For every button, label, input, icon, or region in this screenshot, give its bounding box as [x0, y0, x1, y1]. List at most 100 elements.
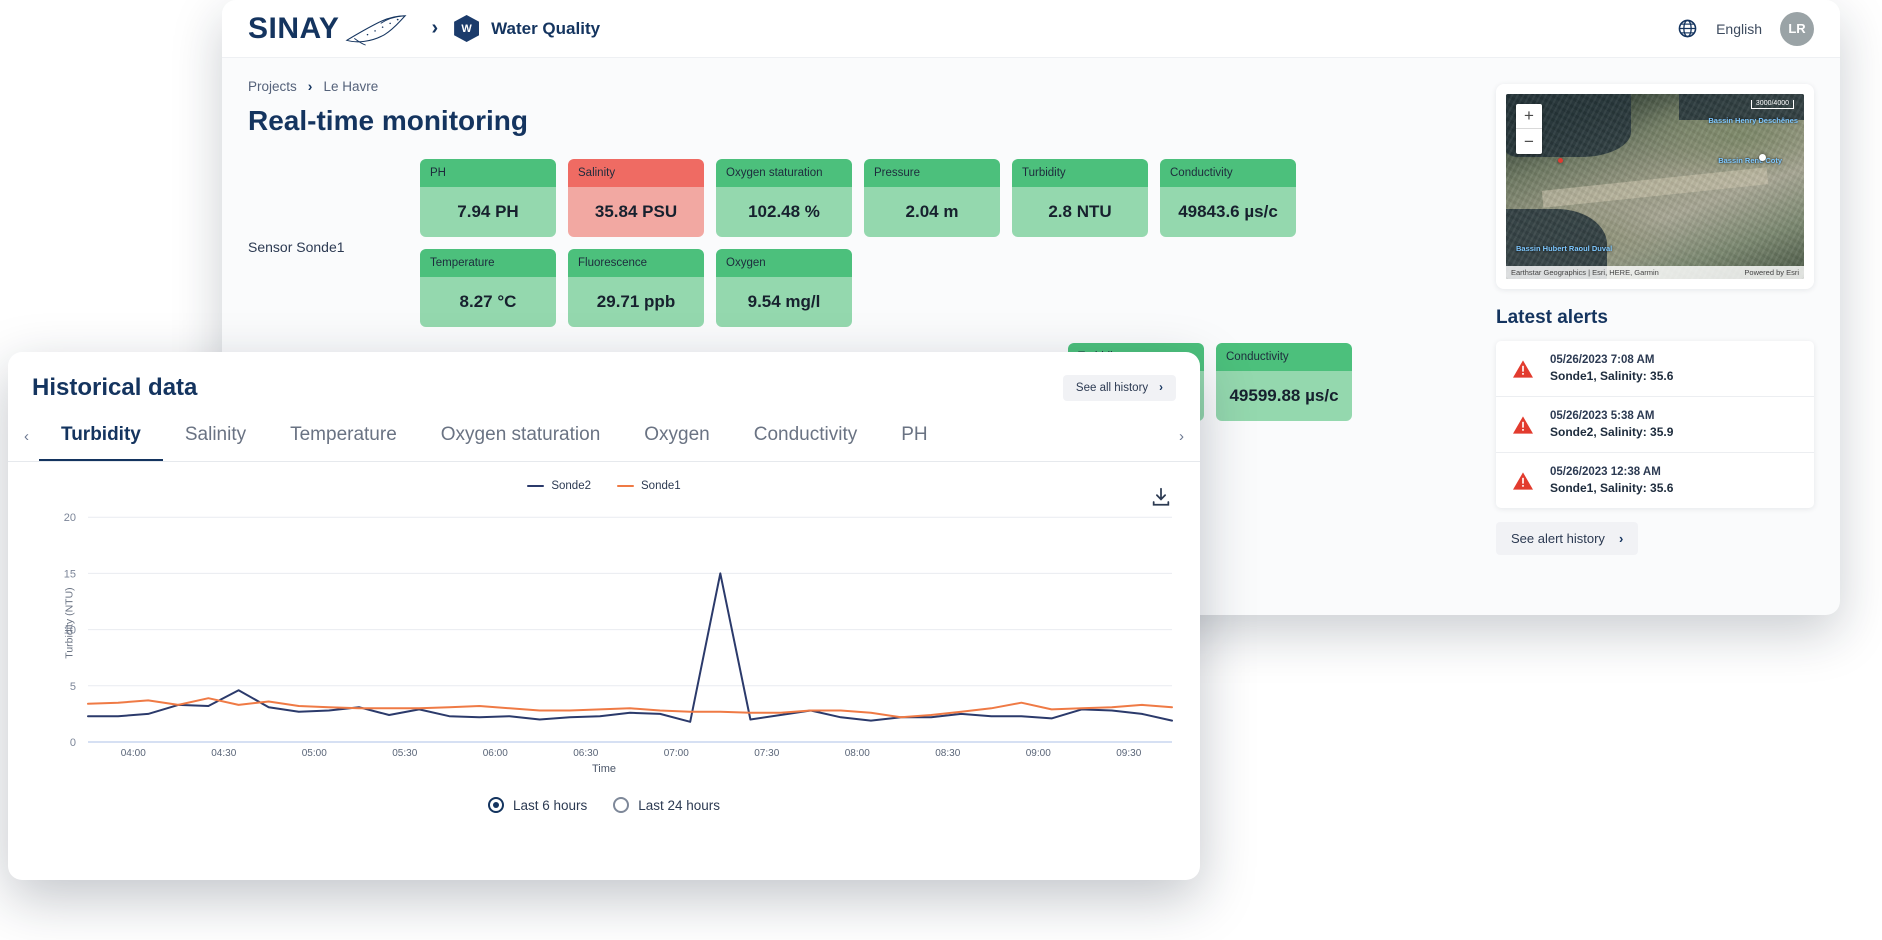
metric-card-oxygen[interactable]: Oxygen 9.54 mg/l	[716, 249, 852, 327]
alert-timestamp: 05/26/2023 7:08 AM	[1550, 354, 1655, 366]
metric-card-pressure[interactable]: Pressure 2.04 m	[864, 159, 1000, 237]
x-tick: 07:30	[754, 748, 780, 759]
alert-description: Sonde1, Salinity: 35.6	[1550, 369, 1674, 383]
metric-card-salinity[interactable]: Salinity 35.84 PSU	[568, 159, 704, 237]
tab-oxygen-staturation[interactable]: Oxygen staturation	[419, 412, 622, 461]
screenshot-root: SINAY › W Water Quality English LR Proje…	[0, 0, 1882, 940]
alert-item[interactable]: 05/26/2023 7:08 AM Sonde1, Salinity: 35.…	[1496, 341, 1814, 397]
sensor-card-row-2: Temperature 8.27 °C Fluorescence 29.71 p…	[420, 249, 1470, 327]
metric-name: Oxygen staturation	[716, 159, 852, 187]
x-tick: 05:00	[301, 748, 327, 759]
sensor-card-row-1: PH 7.94 PH Salinity 35.84 PSU Oxygen sta…	[420, 159, 1470, 237]
app-name: Water Quality	[491, 18, 601, 38]
map-label-bassin-rene-coty: Bassin René Coty	[1718, 156, 1782, 165]
metric-card-conductivity[interactable]: Conductivity 49843.6 µs/c	[1160, 159, 1296, 237]
brand-logo[interactable]: SINAY	[248, 12, 409, 46]
zoom-out-button[interactable]: −	[1516, 129, 1542, 154]
turbidity-line-chart[interactable]: 05101520	[26, 498, 1182, 749]
latest-alerts-title: Latest alerts	[1496, 307, 1608, 328]
alert-item[interactable]: 05/26/2023 12:38 AM Sonde1, Salinity: 35…	[1496, 453, 1814, 508]
map-card: + − 3000/4000 Bassin Henry Deschênes Bas…	[1496, 84, 1814, 289]
metric-card-temperature[interactable]: Temperature 8.27 °C	[420, 249, 556, 327]
tab-salinity[interactable]: Salinity	[163, 412, 268, 461]
x-tick: 06:30	[573, 748, 599, 759]
logo-text: SINAY	[248, 11, 340, 45]
legend-label: Sonde2	[551, 480, 591, 492]
x-tick: 08:30	[935, 748, 961, 759]
header-separator: ›	[431, 17, 439, 39]
map-land-strip	[1541, 167, 1769, 208]
radio-last-6-hours[interactable]: Last 6 hours	[487, 797, 588, 813]
map-marker-alert[interactable]	[1558, 158, 1563, 163]
x-tick: 07:00	[663, 748, 689, 759]
radio-label: Last 24 hours	[638, 797, 721, 813]
chart-y-axis-label: Turbidity (NTU)	[63, 587, 76, 659]
x-tick: 04:00	[120, 748, 146, 759]
map-marker[interactable]	[1759, 154, 1766, 161]
legend-swatch	[617, 484, 634, 488]
see-alert-history-button[interactable]: See alert history ›	[1496, 522, 1639, 555]
svg-text:5: 5	[70, 681, 76, 693]
metric-card-turbidity[interactable]: Turbidity 2.8 NTU	[1012, 159, 1148, 237]
map-attribution: Earthstar Geographics | Esri, HERE, Garm…	[1506, 266, 1804, 279]
metric-name: Turbidity	[1012, 159, 1148, 187]
map-view[interactable]: + − 3000/4000 Bassin Henry Deschênes Bas…	[1506, 94, 1804, 279]
alert-timestamp: 05/26/2023 12:38 AM	[1550, 466, 1661, 478]
svg-text:20: 20	[64, 512, 76, 524]
time-range-radios: Last 6 hours Last 24 hours	[26, 797, 1182, 813]
alert-timestamp: 05/26/2023 5:38 AM	[1550, 410, 1655, 422]
legend-item-sonde1[interactable]: Sonde1	[617, 480, 681, 492]
warning-triangle-icon	[1513, 471, 1533, 490]
metric-value: 2.8 NTU	[1012, 187, 1148, 237]
map-attribution-sources: Earthstar Geographics | Esri, HERE, Garm…	[1511, 268, 1659, 277]
metric-value: 2.04 m	[864, 187, 1000, 237]
see-all-history-button[interactable]: See all history ›	[1062, 375, 1176, 401]
radio-last-24-hours[interactable]: Last 24 hours	[613, 797, 720, 813]
dolphin-icon	[345, 14, 407, 45]
tabs-prev-arrow-icon[interactable]: ‹	[14, 428, 39, 445]
top-bar: SINAY › W Water Quality English LR	[222, 0, 1840, 58]
breadcrumb-current[interactable]: Le Havre	[323, 79, 378, 94]
right-rail: + − 3000/4000 Bassin Henry Deschênes Bas…	[1496, 78, 1814, 555]
tab-ph[interactable]: PH	[879, 412, 949, 461]
metric-name: PH	[420, 159, 556, 187]
see-all-history-label: See all history	[1075, 382, 1149, 394]
top-bar-right: English LR	[1677, 11, 1814, 46]
language-selector[interactable]: English	[1716, 21, 1762, 37]
alert-text: 05/26/2023 12:38 AM Sonde1, Salinity: 35…	[1550, 466, 1673, 495]
avatar[interactable]: LR	[1780, 11, 1814, 46]
breadcrumb-separator-icon: ›	[307, 78, 313, 94]
alerts-list: 05/26/2023 7:08 AM Sonde1, Salinity: 35.…	[1496, 341, 1814, 508]
breadcrumb-projects[interactable]: Projects	[248, 79, 297, 94]
globe-icon[interactable]	[1677, 18, 1698, 39]
metric-value: 29.71 ppb	[568, 277, 704, 327]
map-zoom-controls[interactable]: + −	[1516, 104, 1542, 154]
metric-card-conductivity-2[interactable]: Conductivity 49599.88 µs/c	[1216, 343, 1352, 421]
radio-indicator[interactable]	[613, 797, 630, 813]
alert-description: Sonde2, Salinity: 35.9	[1550, 425, 1674, 439]
page-title: Real-time monitoring	[248, 105, 529, 136]
zoom-in-button[interactable]: +	[1516, 104, 1542, 129]
metric-card-fluorescence[interactable]: Fluorescence 29.71 ppb	[568, 249, 704, 327]
tab-conductivity[interactable]: Conductivity	[732, 412, 880, 461]
historical-title: Historical data	[32, 374, 198, 401]
tab-oxygen[interactable]: Oxygen	[622, 412, 731, 461]
tabs-next-arrow-icon[interactable]: ›	[1169, 428, 1194, 445]
svg-text:0: 0	[70, 737, 76, 748]
see-alert-history-label: See alert history	[1511, 531, 1605, 546]
metric-value: 35.84 PSU	[568, 187, 704, 237]
tab-temperature[interactable]: Temperature	[268, 412, 419, 461]
x-tick: 09:00	[1025, 748, 1051, 759]
tab-turbidity[interactable]: Turbidity	[39, 412, 163, 461]
metric-card-ph[interactable]: PH 7.94 PH	[420, 159, 556, 237]
warning-triangle-icon	[1513, 359, 1533, 378]
svg-text:15: 15	[64, 568, 76, 580]
map-scale-bar: 3000/4000	[1750, 100, 1794, 109]
historical-header: Historical data See all history ›	[8, 352, 1200, 412]
radio-indicator[interactable]	[487, 797, 504, 813]
map-attribution-powered-by: Powered by Esri	[1744, 268, 1799, 277]
metric-card-oxygen-staturation[interactable]: Oxygen staturation 102.48 %	[716, 159, 852, 237]
alert-item[interactable]: 05/26/2023 5:38 AM Sonde2, Salinity: 35.…	[1496, 397, 1814, 453]
legend-item-sonde2[interactable]: Sonde2	[527, 480, 591, 492]
radio-label: Last 6 hours	[512, 797, 588, 813]
